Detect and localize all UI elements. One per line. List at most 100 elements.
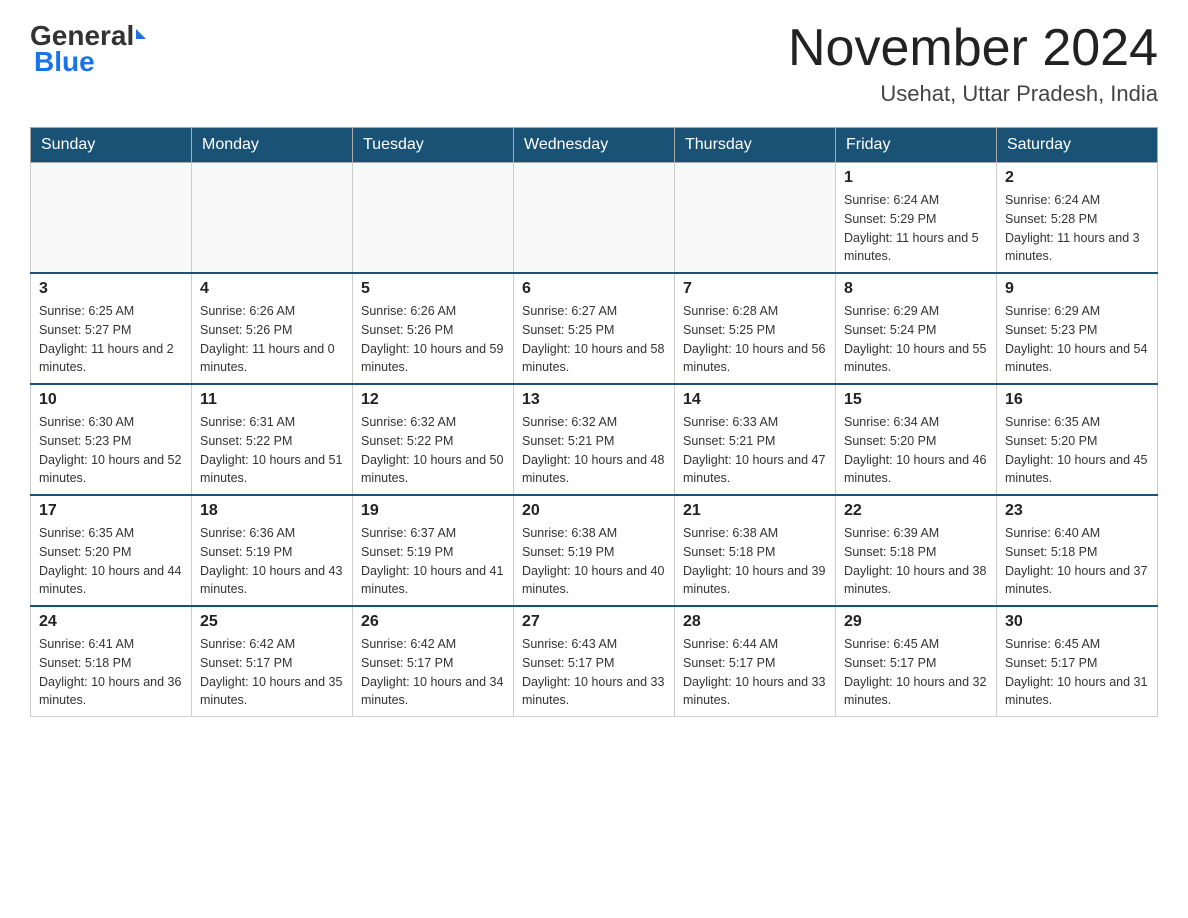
calendar-cell: 27 Sunrise: 6:43 AMSunset: 5:17 PMDayligh… (514, 606, 675, 717)
calendar-cell: 26 Sunrise: 6:42 AMSunset: 5:17 PMDayligh… (353, 606, 514, 717)
calendar-cell: 9 Sunrise: 6:29 AMSunset: 5:23 PMDaylight… (997, 273, 1158, 384)
day-number: 21 (683, 502, 827, 520)
calendar-cell: 22 Sunrise: 6:39 AMSunset: 5:18 PMDayligh… (836, 495, 997, 606)
day-number: 7 (683, 280, 827, 298)
day-info: Sunrise: 6:30 AMSunset: 5:23 PMDaylight:… (39, 413, 183, 488)
calendar-cell: 4Sunrise: 6:26 AMSunset: 5:26 PMDaylight… (192, 273, 353, 384)
weekday-header-monday: Monday (192, 128, 353, 163)
calendar-cell: 14 Sunrise: 6:33 AMSunset: 5:21 PMDayligh… (675, 384, 836, 495)
calendar-cell: 16 Sunrise: 6:35 AMSunset: 5:20 PMDayligh… (997, 384, 1158, 495)
day-number: 30 (1005, 613, 1149, 631)
calendar-week-row: 1 Sunrise: 6:24 AMSunset: 5:29 PMDaylight… (31, 163, 1158, 274)
day-number: 8 (844, 280, 988, 298)
weekday-header-sunday: Sunday (31, 128, 192, 163)
day-number: 28 (683, 613, 827, 631)
day-info: Sunrise: 6:33 AMSunset: 5:21 PMDaylight:… (683, 413, 827, 488)
day-info: Sunrise: 6:36 AMSunset: 5:19 PMDaylight:… (200, 524, 344, 599)
day-info: Sunrise: 6:37 AMSunset: 5:19 PMDaylight:… (361, 524, 505, 599)
calendar-cell (353, 163, 514, 274)
day-info: Sunrise: 6:24 AMSunset: 5:28 PMDaylight:… (1005, 191, 1149, 266)
day-number: 27 (522, 613, 666, 631)
day-number: 12 (361, 391, 505, 409)
day-info: Sunrise: 6:35 AMSunset: 5:20 PMDaylight:… (1005, 413, 1149, 488)
calendar-cell: 7 Sunrise: 6:28 AMSunset: 5:25 PMDaylight… (675, 273, 836, 384)
day-number: 16 (1005, 391, 1149, 409)
calendar-cell: 10 Sunrise: 6:30 AMSunset: 5:23 PMDayligh… (31, 384, 192, 495)
day-info: Sunrise: 6:43 AMSunset: 5:17 PMDaylight:… (522, 635, 666, 710)
day-number: 1 (844, 169, 988, 187)
day-number: 2 (1005, 169, 1149, 187)
day-info: Sunrise: 6:35 AMSunset: 5:20 PMDaylight:… (39, 524, 183, 599)
page-header: General Blue November 2024 Usehat, Uttar… (30, 20, 1158, 107)
main-title: November 2024 (788, 20, 1158, 77)
calendar-table: SundayMondayTuesdayWednesdayThursdayFrid… (30, 127, 1158, 717)
calendar-cell: 30 Sunrise: 6:45 AMSunset: 5:17 PMDayligh… (997, 606, 1158, 717)
calendar-cell: 29 Sunrise: 6:45 AMSunset: 5:17 PMDayligh… (836, 606, 997, 717)
calendar-cell: 23 Sunrise: 6:40 AMSunset: 5:18 PMDayligh… (997, 495, 1158, 606)
day-number: 18 (200, 502, 344, 520)
day-number: 14 (683, 391, 827, 409)
calendar-cell: 6Sunrise: 6:27 AMSunset: 5:25 PMDaylight… (514, 273, 675, 384)
day-number: 5 (361, 280, 505, 298)
calendar-cell: 11 Sunrise: 6:31 AMSunset: 5:22 PMDayligh… (192, 384, 353, 495)
calendar-cell: 20 Sunrise: 6:38 AMSunset: 5:19 PMDayligh… (514, 495, 675, 606)
title-area: November 2024 Usehat, Uttar Pradesh, Ind… (788, 20, 1158, 107)
subtitle: Usehat, Uttar Pradesh, India (788, 81, 1158, 107)
day-info: Sunrise: 6:39 AMSunset: 5:18 PMDaylight:… (844, 524, 988, 599)
day-info: Sunrise: 6:34 AMSunset: 5:20 PMDaylight:… (844, 413, 988, 488)
day-number: 15 (844, 391, 988, 409)
day-info: Sunrise: 6:45 AMSunset: 5:17 PMDaylight:… (844, 635, 988, 710)
day-number: 3 (39, 280, 183, 298)
day-number: 19 (361, 502, 505, 520)
calendar-cell: 5 Sunrise: 6:26 AMSunset: 5:26 PMDaylight… (353, 273, 514, 384)
day-info: Sunrise: 6:29 AMSunset: 5:23 PMDaylight:… (1005, 302, 1149, 377)
day-info: Sunrise: 6:38 AMSunset: 5:18 PMDaylight:… (683, 524, 827, 599)
calendar-week-row: 3 Sunrise: 6:25 AMSunset: 5:27 PMDaylight… (31, 273, 1158, 384)
calendar-cell: 21 Sunrise: 6:38 AMSunset: 5:18 PMDayligh… (675, 495, 836, 606)
calendar-cell: 25 Sunrise: 6:42 AMSunset: 5:17 PMDayligh… (192, 606, 353, 717)
day-number: 25 (200, 613, 344, 631)
day-info: Sunrise: 6:38 AMSunset: 5:19 PMDaylight:… (522, 524, 666, 599)
day-info: Sunrise: 6:42 AMSunset: 5:17 PMDaylight:… (361, 635, 505, 710)
calendar-cell: 18 Sunrise: 6:36 AMSunset: 5:19 PMDayligh… (192, 495, 353, 606)
day-number: 11 (200, 391, 344, 409)
calendar-week-row: 24 Sunrise: 6:41 AMSunset: 5:18 PMDayligh… (31, 606, 1158, 717)
calendar-header-row: SundayMondayTuesdayWednesdayThursdayFrid… (31, 128, 1158, 163)
calendar-cell: 2 Sunrise: 6:24 AMSunset: 5:28 PMDaylight… (997, 163, 1158, 274)
calendar-cell: 3 Sunrise: 6:25 AMSunset: 5:27 PMDaylight… (31, 273, 192, 384)
day-info: Sunrise: 6:24 AMSunset: 5:29 PMDaylight:… (844, 191, 988, 266)
day-number: 29 (844, 613, 988, 631)
day-info: Sunrise: 6:44 AMSunset: 5:17 PMDaylight:… (683, 635, 827, 710)
day-info: Sunrise: 6:45 AMSunset: 5:17 PMDaylight:… (1005, 635, 1149, 710)
calendar-cell (514, 163, 675, 274)
weekday-header-tuesday: Tuesday (353, 128, 514, 163)
calendar-cell: 17Sunrise: 6:35 AMSunset: 5:20 PMDayligh… (31, 495, 192, 606)
day-info: Sunrise: 6:27 AMSunset: 5:25 PMDaylight:… (522, 302, 666, 377)
logo: General Blue (30, 20, 146, 78)
day-info: Sunrise: 6:41 AMSunset: 5:18 PMDaylight:… (39, 635, 183, 710)
day-number: 23 (1005, 502, 1149, 520)
day-info: Sunrise: 6:40 AMSunset: 5:18 PMDaylight:… (1005, 524, 1149, 599)
day-number: 20 (522, 502, 666, 520)
day-number: 26 (361, 613, 505, 631)
day-info: Sunrise: 6:26 AMSunset: 5:26 PMDaylight:… (361, 302, 505, 377)
calendar-cell (192, 163, 353, 274)
day-info: Sunrise: 6:32 AMSunset: 5:21 PMDaylight:… (522, 413, 666, 488)
calendar-cell: 12 Sunrise: 6:32 AMSunset: 5:22 PMDayligh… (353, 384, 514, 495)
calendar-cell: 15 Sunrise: 6:34 AMSunset: 5:20 PMDayligh… (836, 384, 997, 495)
calendar-week-row: 10 Sunrise: 6:30 AMSunset: 5:23 PMDayligh… (31, 384, 1158, 495)
day-number: 9 (1005, 280, 1149, 298)
day-info: Sunrise: 6:32 AMSunset: 5:22 PMDaylight:… (361, 413, 505, 488)
calendar-cell (675, 163, 836, 274)
logo-triangle-icon (136, 29, 146, 39)
day-info: Sunrise: 6:28 AMSunset: 5:25 PMDaylight:… (683, 302, 827, 377)
weekday-header-wednesday: Wednesday (514, 128, 675, 163)
calendar-cell: 13Sunrise: 6:32 AMSunset: 5:21 PMDayligh… (514, 384, 675, 495)
calendar-cell: 8Sunrise: 6:29 AMSunset: 5:24 PMDaylight… (836, 273, 997, 384)
day-number: 22 (844, 502, 988, 520)
day-info: Sunrise: 6:25 AMSunset: 5:27 PMDaylight:… (39, 302, 183, 377)
day-number: 24 (39, 613, 183, 631)
day-number: 10 (39, 391, 183, 409)
day-info: Sunrise: 6:42 AMSunset: 5:17 PMDaylight:… (200, 635, 344, 710)
day-info: Sunrise: 6:31 AMSunset: 5:22 PMDaylight:… (200, 413, 344, 488)
